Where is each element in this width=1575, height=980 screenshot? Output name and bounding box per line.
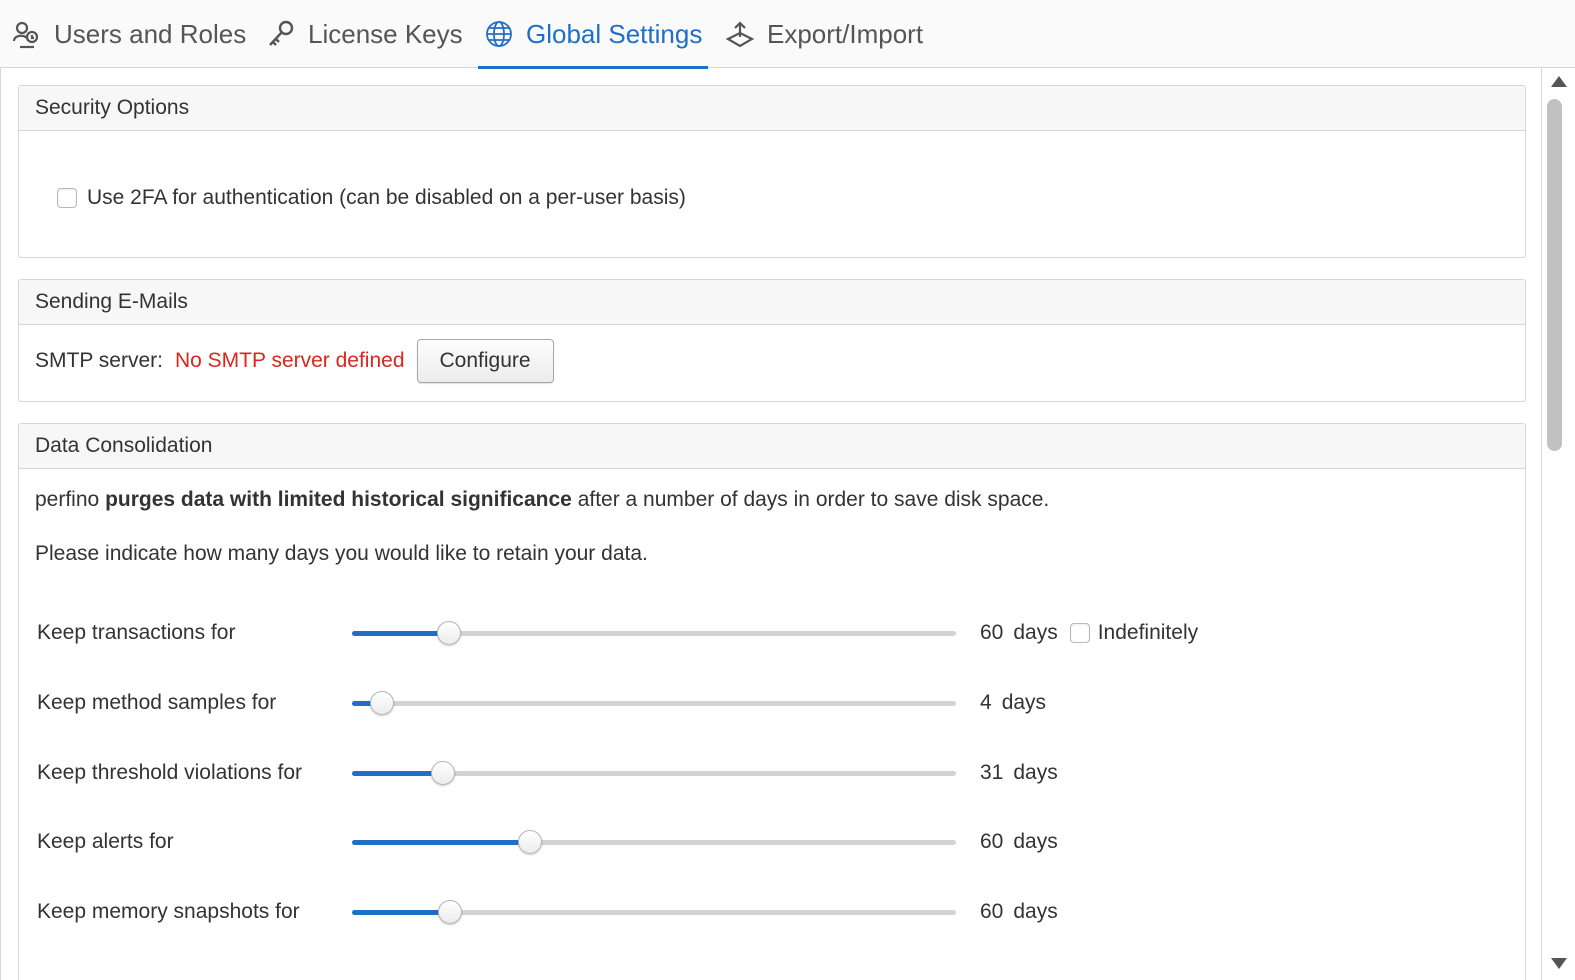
threshold-violations-slider[interactable] — [352, 753, 956, 793]
twofa-row: Use 2FA for authentication (can be disab… — [57, 186, 686, 210]
scroll-up-arrow-icon[interactable] — [1551, 76, 1567, 87]
slider-unit: days — [1001, 691, 1047, 714]
consolidation-intro: perfino purges data with limited histori… — [35, 488, 1049, 512]
smtp-label: SMTP server: — [35, 349, 163, 372]
panel-title: Security Options — [19, 86, 1525, 131]
slider-thumb[interactable] — [518, 830, 543, 854]
data-consolidation-panel: Data Consolidation perfino purges data w… — [18, 423, 1526, 980]
slider-row-method-samples: Keep method samples for 4 days — [37, 683, 1337, 723]
tab-label: License Keys — [308, 18, 463, 49]
slider-fill — [352, 910, 450, 915]
smtp-status: No SMTP server defined — [174, 349, 405, 372]
tab-export-import[interactable]: Export/Import — [725, 0, 923, 68]
slider-value: 4 — [980, 691, 992, 714]
slider-value: 31 — [980, 761, 1004, 784]
slider-thumb[interactable] — [437, 900, 462, 924]
slider-value: 60 — [980, 621, 1004, 644]
consolidation-instruction: Please indicate how many days you would … — [35, 542, 648, 565]
slider-row-alerts: Keep alerts for 60 days — [37, 822, 1337, 862]
transactions-slider[interactable] — [352, 613, 956, 653]
slider-thumb[interactable] — [370, 691, 395, 715]
security-options-panel: Security Options Use 2FA for authenticat… — [18, 85, 1526, 258]
slider-track — [352, 701, 956, 706]
slider-label: Keep memory snapshots for — [37, 900, 300, 923]
key-icon — [266, 19, 296, 49]
tab-users-and-roles[interactable]: Users and Roles — [12, 0, 246, 68]
slider-unit: days — [1013, 830, 1058, 853]
vertical-scrollbar[interactable] — [1543, 68, 1575, 980]
users-roles-icon — [12, 19, 42, 49]
tab-label: Users and Roles — [54, 18, 247, 49]
configure-button[interactable]: Configure — [416, 339, 554, 383]
slider-fill — [352, 840, 531, 845]
panel-title: Data Consolidation — [19, 424, 1525, 469]
slider-row-transactions: Keep transactions for 60 days Indefinite… — [37, 613, 1337, 653]
indefinitely-checkbox[interactable] — [1069, 623, 1090, 643]
settings-content: Security Options Use 2FA for authenticat… — [0, 68, 1542, 980]
tab-bar: Users and Roles License Keys Global Sett… — [0, 0, 1575, 69]
alerts-slider[interactable] — [352, 822, 956, 862]
slider-thumb[interactable] — [436, 621, 461, 645]
slider-label: Keep alerts for — [37, 830, 174, 853]
tab-label: Global Settings — [526, 18, 703, 49]
slider-unit: days — [1013, 900, 1058, 923]
slider-fill — [352, 631, 449, 636]
intro-suffix: after a number of days in order to save … — [577, 488, 1050, 511]
scroll-down-arrow-icon[interactable] — [1551, 958, 1567, 969]
intro-prefix: perfino — [35, 488, 100, 511]
indefinitely-label: Indefinitely — [1097, 621, 1199, 644]
twofa-checkbox[interactable] — [57, 188, 77, 208]
slider-label: Keep transactions for — [37, 621, 236, 644]
slider-fill — [352, 771, 443, 776]
panel-title: Sending E-Mails — [19, 280, 1525, 325]
slider-value: 60 — [980, 830, 1004, 853]
slider-thumb[interactable] — [430, 761, 455, 785]
indefinitely-option[interactable]: Indefinitely — [1069, 621, 1199, 645]
slider-label: Keep method samples for — [37, 691, 277, 714]
slider-row-threshold-violations: Keep threshold violations for 31 days — [37, 753, 1337, 793]
method-samples-slider[interactable] — [352, 683, 956, 723]
slider-unit: days — [1013, 621, 1058, 644]
slider-label: Keep threshold violations for — [37, 761, 302, 784]
smtp-row: SMTP server: No SMTP server defined Conf… — [35, 338, 554, 384]
memory-snapshots-slider[interactable] — [352, 892, 956, 932]
sending-emails-panel: Sending E-Mails SMTP server: No SMTP ser… — [18, 279, 1526, 402]
slider-value: 60 — [980, 900, 1004, 923]
twofa-label: Use 2FA for authentication (can be disab… — [87, 186, 686, 209]
tab-global-settings[interactable]: Global Settings — [478, 0, 709, 69]
scrollbar-thumb[interactable] — [1547, 99, 1562, 451]
export-import-icon — [725, 19, 755, 49]
globe-icon — [484, 19, 514, 49]
slider-row-memory-snapshots: Keep memory snapshots for 60 days — [37, 892, 1337, 932]
tab-label: Export/Import — [767, 18, 924, 49]
intro-bold: purges data with limited historical sign… — [105, 488, 572, 511]
slider-unit: days — [1013, 761, 1058, 784]
tab-license-keys[interactable]: License Keys — [266, 0, 463, 68]
